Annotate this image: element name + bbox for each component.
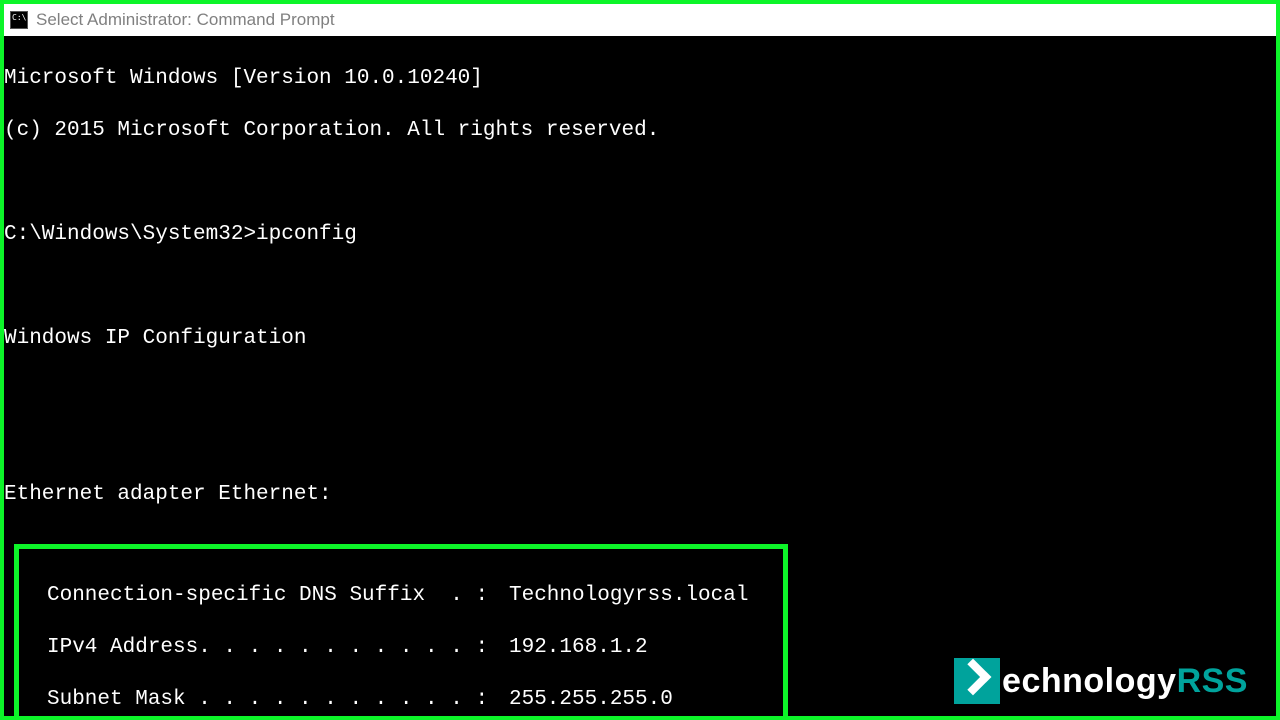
ipconfig-header: Windows IP Configuration: [4, 326, 1276, 352]
subnet-value: 255.255.255.0: [509, 687, 673, 713]
dns-suffix-row: Connection-specific DNS Suffix . : Techn…: [19, 583, 783, 609]
window-title: Select Administrator: Command Prompt: [36, 10, 335, 30]
subnet-label: Subnet Mask . . . . . . . . . . . :: [47, 687, 509, 713]
dns-suffix-label: Connection-specific DNS Suffix . :: [47, 583, 509, 609]
titlebar[interactable]: Select Administrator: Command Prompt: [4, 4, 1276, 36]
copyright-line: (c) 2015 Microsoft Corporation. All righ…: [4, 118, 1276, 144]
ipv4-row: IPv4 Address. . . . . . . . . . . : 192.…: [19, 635, 783, 661]
subnet-row: Subnet Mask . . . . . . . . . . . : 255.…: [19, 687, 783, 713]
blank-line: [4, 378, 1276, 404]
highlight-box: Connection-specific DNS Suffix . : Techn…: [14, 544, 788, 716]
cmd-window: Select Administrator: Command Prompt Mic…: [0, 0, 1280, 720]
terminal-output[interactable]: Microsoft Windows [Version 10.0.10240] (…: [4, 36, 1276, 716]
blank-line: [4, 430, 1276, 456]
blank-line: [4, 274, 1276, 300]
ipv4-label: IPv4 Address. . . . . . . . . . . :: [47, 635, 509, 661]
adapter-ethernet-title: Ethernet adapter Ethernet:: [4, 482, 1276, 508]
watermark-text: echnologyRSS: [1002, 668, 1248, 694]
ipv4-value: 192.168.1.2: [509, 635, 648, 661]
prompt-path: C:\Windows\System32>: [4, 223, 256, 246]
watermark: echnologyRSS: [954, 658, 1248, 704]
watermark-arrow-icon: [954, 658, 1000, 704]
blank-line: [4, 170, 1276, 196]
command-text: ipconfig: [256, 223, 357, 246]
cmd-icon: [10, 11, 28, 29]
banner-line: Microsoft Windows [Version 10.0.10240]: [4, 66, 1276, 92]
prompt-line: C:\Windows\System32>ipconfig: [4, 222, 1276, 248]
dns-suffix-value: Technologyrss.local: [509, 583, 748, 609]
